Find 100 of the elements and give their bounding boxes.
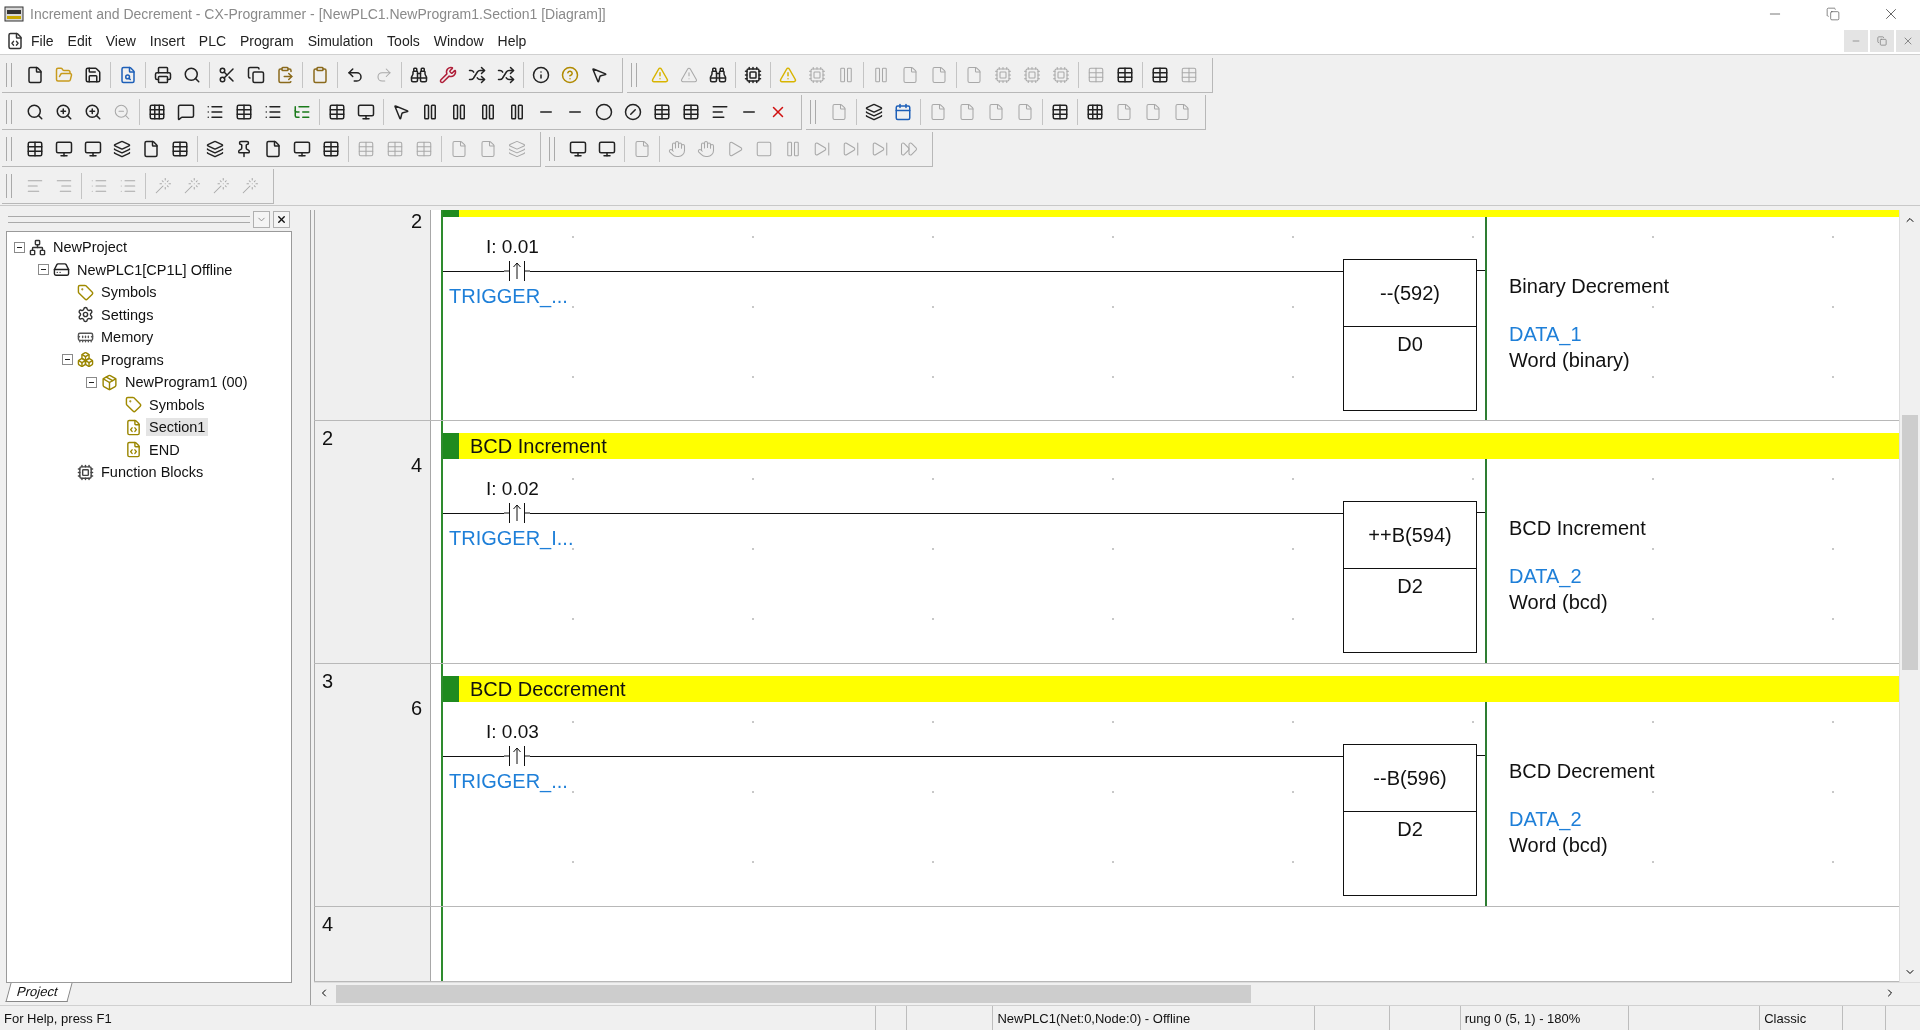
menu-item[interactable]: Edit [60, 30, 99, 52]
menu-item[interactable]: Help [490, 30, 534, 52]
horizontal-scrollbar[interactable] [314, 982, 1920, 1005]
info-icon[interactable] [532, 66, 550, 84]
restore-icon[interactable] [1826, 7, 1840, 21]
tree-item[interactable]: NewProgram1 (00) [122, 373, 251, 392]
folder-icon[interactable] [55, 66, 73, 84]
tree-item[interactable]: NewPLC1[CP1L] Offline [74, 260, 236, 279]
menu-item[interactable]: Simulation [300, 30, 381, 52]
document-search-icon[interactable] [119, 66, 137, 84]
restore-icon[interactable] [1877, 36, 1887, 46]
zoom-in-icon[interactable] [55, 103, 73, 121]
toolbar-grip[interactable] [6, 137, 12, 161]
toolbar-grip[interactable] [6, 100, 12, 124]
tree-item[interactable]: NewProject [50, 238, 131, 257]
table-icon[interactable] [1051, 103, 1069, 121]
tree-icon[interactable] [293, 103, 311, 121]
menu-item[interactable]: Window [426, 30, 491, 52]
menu-item[interactable]: View [98, 30, 143, 52]
layers-icon[interactable] [206, 140, 224, 158]
file-icon[interactable] [142, 140, 160, 158]
tree-item[interactable]: Memory [98, 328, 157, 347]
pause-icon[interactable] [479, 103, 497, 121]
pause-icon[interactable] [421, 103, 439, 121]
menu-item[interactable]: Program [233, 30, 301, 52]
document-icon[interactable] [6, 32, 24, 50]
layers-icon[interactable] [113, 140, 131, 158]
pause-icon[interactable] [450, 103, 468, 121]
toolbar-grip[interactable] [6, 174, 12, 198]
tree-item[interactable]: END [146, 440, 183, 459]
table-icon[interactable] [653, 103, 671, 121]
menu-item[interactable]: PLC [191, 30, 234, 52]
save-icon[interactable] [84, 66, 102, 84]
monitor-icon[interactable] [357, 103, 375, 121]
table-icon[interactable] [235, 103, 253, 121]
vertical-scrollbar[interactable] [1899, 210, 1920, 982]
file-icon[interactable] [26, 66, 44, 84]
menu-item[interactable]: Tools [380, 30, 427, 52]
menu-item[interactable]: File [24, 30, 61, 52]
table-icon[interactable] [26, 140, 44, 158]
chip-icon[interactable] [744, 66, 762, 84]
tree-item[interactable]: Programs [98, 350, 167, 369]
shuffle-icon[interactable] [497, 66, 515, 84]
binoculars-icon[interactable] [709, 66, 727, 84]
search-icon[interactable] [183, 66, 201, 84]
grid-icon[interactable] [148, 103, 166, 121]
clipboard-icon[interactable] [311, 66, 329, 84]
monitor-icon[interactable] [55, 140, 73, 158]
monitor-icon[interactable] [569, 140, 587, 158]
instruction-block[interactable]: --B(596) D2 [1343, 744, 1477, 896]
tree-item[interactable]: Symbols [146, 395, 208, 414]
align-left-icon[interactable] [711, 103, 729, 121]
table-icon[interactable] [171, 140, 189, 158]
binoculars-icon[interactable] [410, 66, 428, 84]
pointer-icon[interactable] [392, 103, 410, 121]
collapse-icon[interactable] [61, 354, 73, 366]
shuffle-icon[interactable] [468, 66, 486, 84]
monitor-icon[interactable] [598, 140, 616, 158]
printer-icon[interactable] [154, 66, 172, 84]
collapse-icon[interactable] [13, 241, 25, 253]
collapse-icon[interactable] [85, 376, 97, 388]
copy-icon[interactable] [247, 66, 265, 84]
monitor-icon[interactable] [84, 140, 102, 158]
circle-icon[interactable] [595, 103, 613, 121]
tree-item[interactable]: Settings [98, 305, 157, 324]
panel-tab[interactable]: Project [5, 983, 73, 1002]
pin-icon[interactable] [235, 140, 253, 158]
wrench-icon[interactable] [439, 66, 457, 84]
help-icon[interactable] [561, 66, 579, 84]
close-icon[interactable] [276, 213, 287, 225]
table-icon[interactable] [682, 103, 700, 121]
instruction-block[interactable]: --(592) D0 [1343, 259, 1477, 411]
calendar-icon[interactable] [894, 103, 912, 121]
scissors-icon[interactable] [218, 66, 236, 84]
layers-icon[interactable] [865, 103, 883, 121]
tree-item[interactable]: Section1 [146, 418, 209, 437]
comment-icon[interactable] [177, 103, 195, 121]
search-icon[interactable] [26, 103, 44, 121]
toolbar-grip[interactable] [810, 100, 816, 124]
table-icon[interactable] [1116, 66, 1134, 84]
zoom-in-icon[interactable] [84, 103, 102, 121]
table-icon[interactable] [328, 103, 346, 121]
menu-item[interactable]: Insert [142, 30, 192, 52]
pointer-icon[interactable] [590, 66, 608, 84]
paste-icon[interactable] [276, 66, 294, 84]
tree-item[interactable]: Symbols [98, 283, 160, 302]
toolbar-grip[interactable] [6, 63, 12, 87]
table-icon[interactable] [1151, 66, 1169, 84]
monitor-icon[interactable] [293, 140, 311, 158]
list-icon[interactable] [206, 103, 224, 121]
undo-icon[interactable] [346, 66, 364, 84]
collapse-icon[interactable] [37, 264, 49, 276]
pause-icon[interactable] [508, 103, 526, 121]
instruction-block[interactable]: ++B(594) D2 [1343, 501, 1477, 653]
tree-item[interactable]: Function Blocks [98, 463, 207, 482]
file-icon[interactable] [264, 140, 282, 158]
panel-grip[interactable] [8, 215, 250, 223]
list-icon[interactable] [264, 103, 282, 121]
grid-icon[interactable] [1086, 103, 1104, 121]
circle-slash-icon[interactable] [624, 103, 642, 121]
